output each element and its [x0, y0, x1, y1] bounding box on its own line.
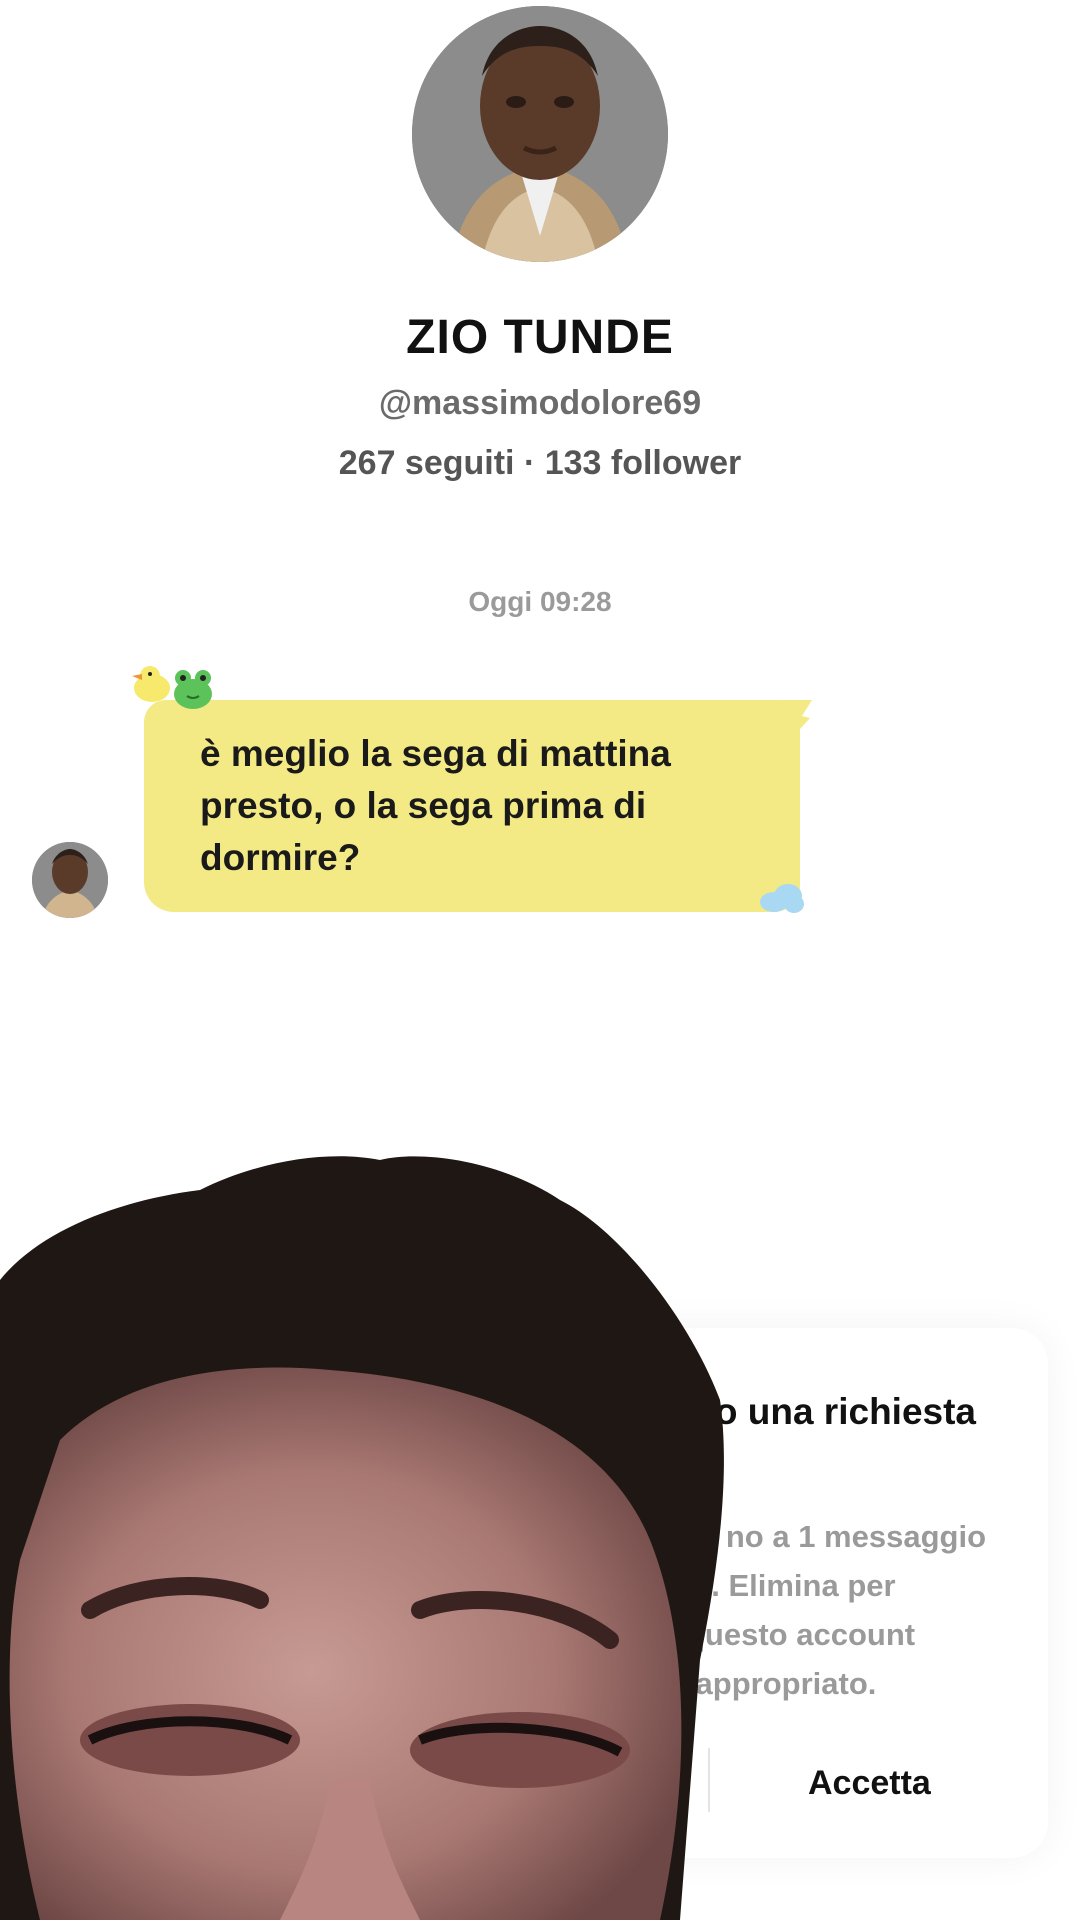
duck-sticker-icon	[128, 664, 172, 704]
message-bubble[interactable]: è meglio la sega di mattina presto, o la…	[144, 700, 800, 912]
profile-avatar[interactable]	[412, 6, 668, 262]
sender-avatar[interactable]	[32, 842, 108, 918]
reaction-face-overlay	[0, 1140, 730, 1920]
profile-name: ZIO TUNDE	[406, 311, 674, 364]
frog-sticker-icon	[170, 666, 216, 712]
accept-button[interactable]: Accetta	[808, 1764, 931, 1803]
message-text: è meglio la sega di mattina presto, o la…	[200, 733, 671, 878]
cloud-sticker-icon	[756, 880, 806, 916]
message-timestamp: Oggi 09:28	[468, 586, 612, 617]
bubble-tail-icon	[780, 696, 816, 742]
profile-stats: 267 seguiti · 133 follower	[338, 444, 742, 482]
profile-handle: @massimodolore69	[378, 384, 702, 422]
